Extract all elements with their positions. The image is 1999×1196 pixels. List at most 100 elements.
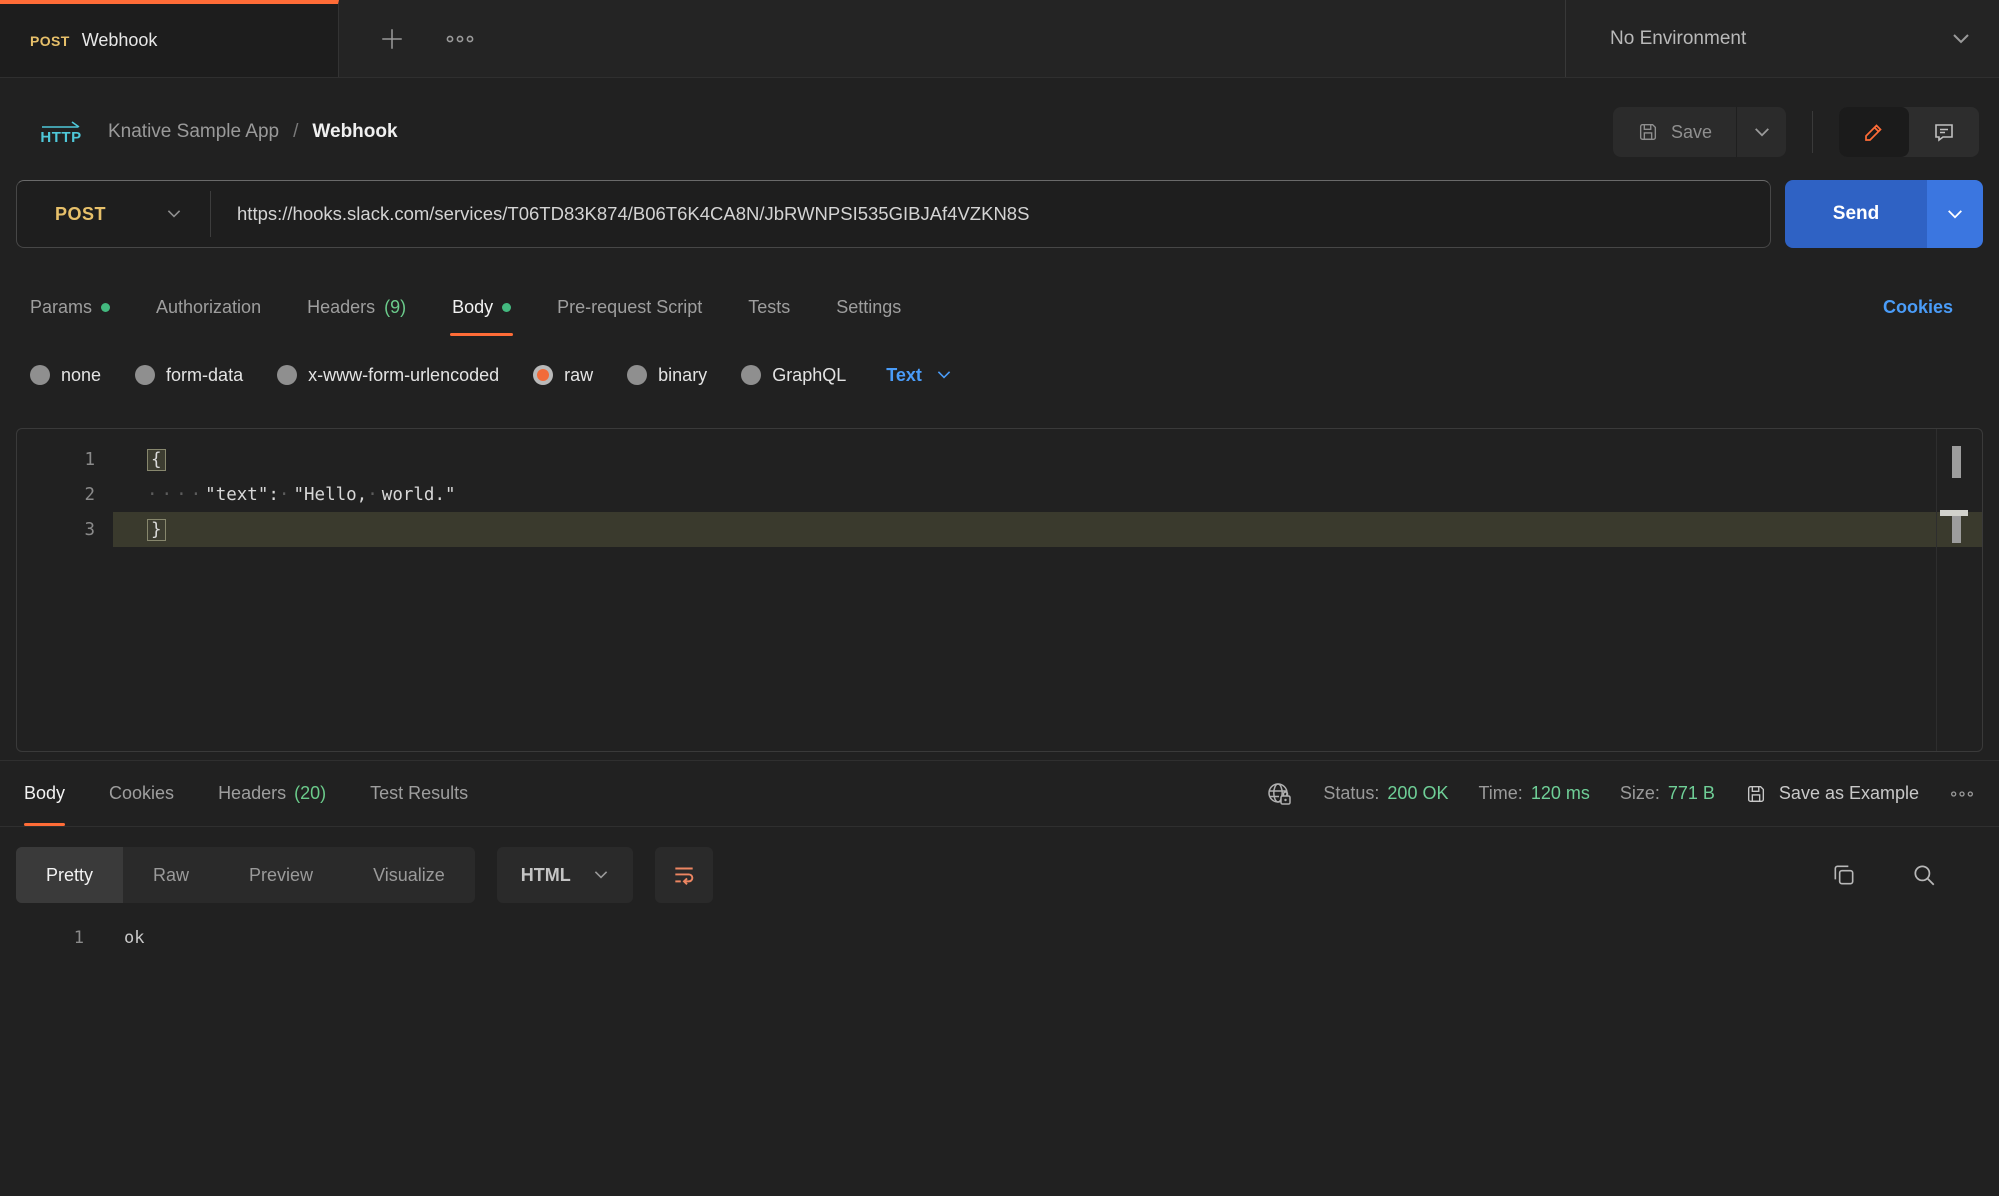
radio-raw[interactable]: raw (533, 365, 593, 386)
radio-x-www-form-urlencoded[interactable]: x-www-form-urlencoded (277, 365, 499, 386)
tab-pre-request-script[interactable]: Pre-request Script (557, 278, 702, 336)
code-content: } (147, 518, 166, 542)
tab-options-button[interactable] (445, 33, 475, 45)
edit-request-button[interactable] (1839, 107, 1909, 157)
code-content: ····"text":·"Hello,·world." (147, 485, 456, 505)
whitespace-dots: ···· (147, 485, 205, 505)
radio-urlencoded-label: x-www-form-urlencoded (308, 365, 499, 386)
code-token: { (147, 449, 166, 471)
save-button[interactable]: Save (1613, 107, 1736, 157)
response-tab-test-results[interactable]: Test Results (370, 761, 468, 826)
radio-binary[interactable]: binary (627, 365, 707, 386)
environment-selector[interactable]: No Environment (1565, 0, 1999, 77)
status-label: Status: (1323, 783, 1379, 804)
tab-method-badge: POST (30, 33, 70, 49)
response-format-dropdown[interactable]: HTML (497, 847, 633, 903)
save-options-button[interactable] (1736, 107, 1786, 157)
network-info-button[interactable] (1265, 780, 1293, 808)
send-button[interactable]: Send (1785, 180, 1927, 248)
radio-binary-label: binary (658, 365, 707, 386)
search-response-button[interactable] (1911, 862, 1937, 888)
tab-settings-label: Settings (836, 297, 901, 318)
radio-circle-icon (741, 365, 761, 385)
request-tabs: Params Authorization Headers (9) Body Pr… (0, 278, 1999, 336)
tab-pre-request-label: Pre-request Script (557, 297, 702, 318)
environment-label: No Environment (1610, 28, 1951, 50)
minimap-mark (1952, 516, 1961, 543)
radio-circle-icon (277, 365, 297, 385)
response-tab-body[interactable]: Body (24, 761, 65, 826)
new-tab-button[interactable] (379, 26, 405, 52)
breadcrumb-collection[interactable]: Knative Sample App (108, 121, 279, 143)
tab-tests[interactable]: Tests (748, 278, 790, 336)
size-meta: Size: 771 B (1620, 783, 1715, 804)
cookies-link[interactable]: Cookies (1883, 297, 1953, 318)
request-tab-webhook[interactable]: POST Webhook (0, 0, 339, 77)
radio-graphql[interactable]: GraphQL (741, 365, 846, 386)
wrap-lines-button[interactable] (655, 847, 713, 903)
comments-button[interactable] (1909, 107, 1979, 157)
response-meta: Status: 200 OK Time: 120 ms Size: 771 B … (1265, 780, 1975, 808)
view-visualize-button[interactable]: Visualize (343, 847, 475, 903)
response-tab-headers[interactable]: Headers (20) (218, 761, 326, 826)
url-input[interactable]: https://hooks.slack.com/services/T06TD83… (211, 203, 1770, 225)
tab-headers[interactable]: Headers (9) (307, 278, 406, 336)
radio-none-label: none (61, 365, 101, 386)
headers-count: (9) (384, 297, 406, 318)
view-preview-button[interactable]: Preview (219, 847, 343, 903)
response-body-actions (1831, 847, 1983, 903)
method-dropdown[interactable]: POST (17, 204, 210, 225)
code-token: "Hello, (293, 485, 367, 505)
radio-form-data[interactable]: form-data (135, 365, 243, 386)
tab-body[interactable]: Body (452, 278, 511, 336)
breadcrumb-separator: / (293, 121, 298, 143)
tab-settings[interactable]: Settings (836, 278, 901, 336)
size-value: 771 B (1668, 783, 1715, 804)
size-label: Size: (1620, 783, 1660, 804)
radio-graphql-label: GraphQL (772, 365, 846, 386)
send-options-button[interactable] (1927, 180, 1983, 248)
tab-params[interactable]: Params (30, 278, 110, 336)
more-options-icon (445, 33, 475, 45)
response-section: Body Cookies Headers (20) Test Results (0, 760, 1999, 955)
floppy-icon (1637, 121, 1659, 143)
tab-headers-label: Headers (307, 297, 375, 318)
url-input-container: POST https://hooks.slack.com/services/T0… (16, 180, 1771, 248)
radio-none[interactable]: none (30, 365, 101, 386)
search-icon (1911, 862, 1937, 888)
minimap-mark (1952, 446, 1961, 478)
response-tab-headers-label: Headers (218, 783, 286, 804)
view-pretty-button[interactable]: Pretty (16, 847, 123, 903)
request-header: HTTP Knative Sample App / Webhook Save (0, 108, 1999, 156)
request-body-editor[interactable]: 1 { 2 ····"text":·"Hello,·world." 3 } (16, 428, 1983, 752)
radio-raw-label: raw (564, 365, 593, 386)
chevron-down-icon (1753, 127, 1771, 138)
editor-minimap[interactable] (1936, 429, 1970, 751)
breadcrumb-request-name[interactable]: Webhook (312, 121, 397, 143)
time-label: Time: (1478, 783, 1522, 804)
view-raw-button[interactable]: Raw (123, 847, 219, 903)
whitespace-dots: · (279, 485, 294, 505)
response-tab-cookies[interactable]: Cookies (109, 761, 174, 826)
status-value: 200 OK (1387, 783, 1448, 804)
radio-circle-icon (627, 365, 647, 385)
response-options-button[interactable] (1949, 789, 1975, 799)
floppy-icon (1745, 783, 1767, 805)
body-type-options: none form-data x-www-form-urlencoded raw… (0, 354, 1999, 396)
copy-response-button[interactable] (1831, 862, 1857, 888)
params-content-dot (101, 303, 110, 312)
tab-bar: POST Webhook No Environment (0, 0, 1999, 78)
code-token: world." (382, 485, 456, 505)
editor-line: 2 ····"text":·"Hello,·world." (17, 477, 1982, 512)
chevron-down-icon (1951, 33, 1971, 45)
line-number: 1 (17, 450, 113, 470)
tab-authorization[interactable]: Authorization (156, 278, 261, 336)
code-token: } (147, 519, 166, 541)
url-bar: POST https://hooks.slack.com/services/T0… (0, 180, 1999, 248)
response-line-number: 1 (0, 928, 84, 948)
save-as-example-button[interactable]: Save as Example (1745, 783, 1919, 805)
chevron-down-icon (1946, 209, 1964, 220)
radio-circle-icon (135, 365, 155, 385)
response-tab-test-results-label: Test Results (370, 783, 468, 804)
raw-language-dropdown[interactable]: Text (886, 365, 952, 386)
